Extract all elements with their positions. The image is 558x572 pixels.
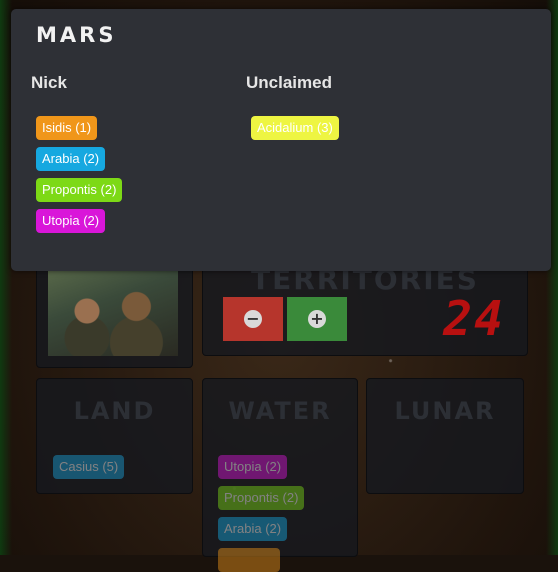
player-name-unclaimed: Unclaimed bbox=[246, 73, 332, 92]
territory-chip-propontis[interactable]: Propontis (2) bbox=[36, 178, 123, 202]
plus-circle-icon: + bbox=[308, 310, 326, 328]
territory-count: 24 bbox=[443, 291, 505, 347]
lunar-title: Lunar bbox=[394, 397, 496, 425]
increase-territories-button[interactable]: + bbox=[287, 297, 347, 341]
territory-chip-arabia[interactable]: Arabia (2) bbox=[36, 147, 106, 171]
player-avatar bbox=[48, 266, 178, 356]
territory-chip-casius[interactable]: Casius (5) bbox=[53, 455, 125, 479]
land-title: Land bbox=[73, 397, 156, 425]
water-column: Water Utopia (2) Propontis (2) Arabia (2… bbox=[202, 378, 358, 572]
territory-chip-isidis[interactable]: Isidis (1) bbox=[36, 116, 98, 140]
lunar-column: Lunar bbox=[366, 378, 524, 494]
territory-chip-utopia[interactable]: Utopia (2) bbox=[218, 455, 288, 479]
territory-chip-acidalium[interactable]: Acidalium (3) bbox=[251, 116, 339, 140]
territory-chip-arabia[interactable]: Arabia (2) bbox=[218, 517, 288, 541]
territory-chip-propontis[interactable]: Propontis (2) bbox=[218, 486, 305, 510]
water-title: Water bbox=[228, 397, 332, 425]
player-name-nick: Nick bbox=[31, 73, 67, 92]
territory-chip-utopia[interactable]: Utopia (2) bbox=[36, 209, 106, 233]
land-column: Land Casius (5) bbox=[36, 378, 193, 494]
minus-circle-icon: − bbox=[244, 310, 262, 328]
decrease-territories-button[interactable]: − bbox=[223, 297, 283, 341]
territory-chip-partial[interactable] bbox=[218, 548, 280, 572]
mars-territory-popup: Mars Nick Isidis (1) Arabia (2) Proponti… bbox=[11, 9, 551, 271]
popup-title: Mars bbox=[36, 23, 117, 47]
